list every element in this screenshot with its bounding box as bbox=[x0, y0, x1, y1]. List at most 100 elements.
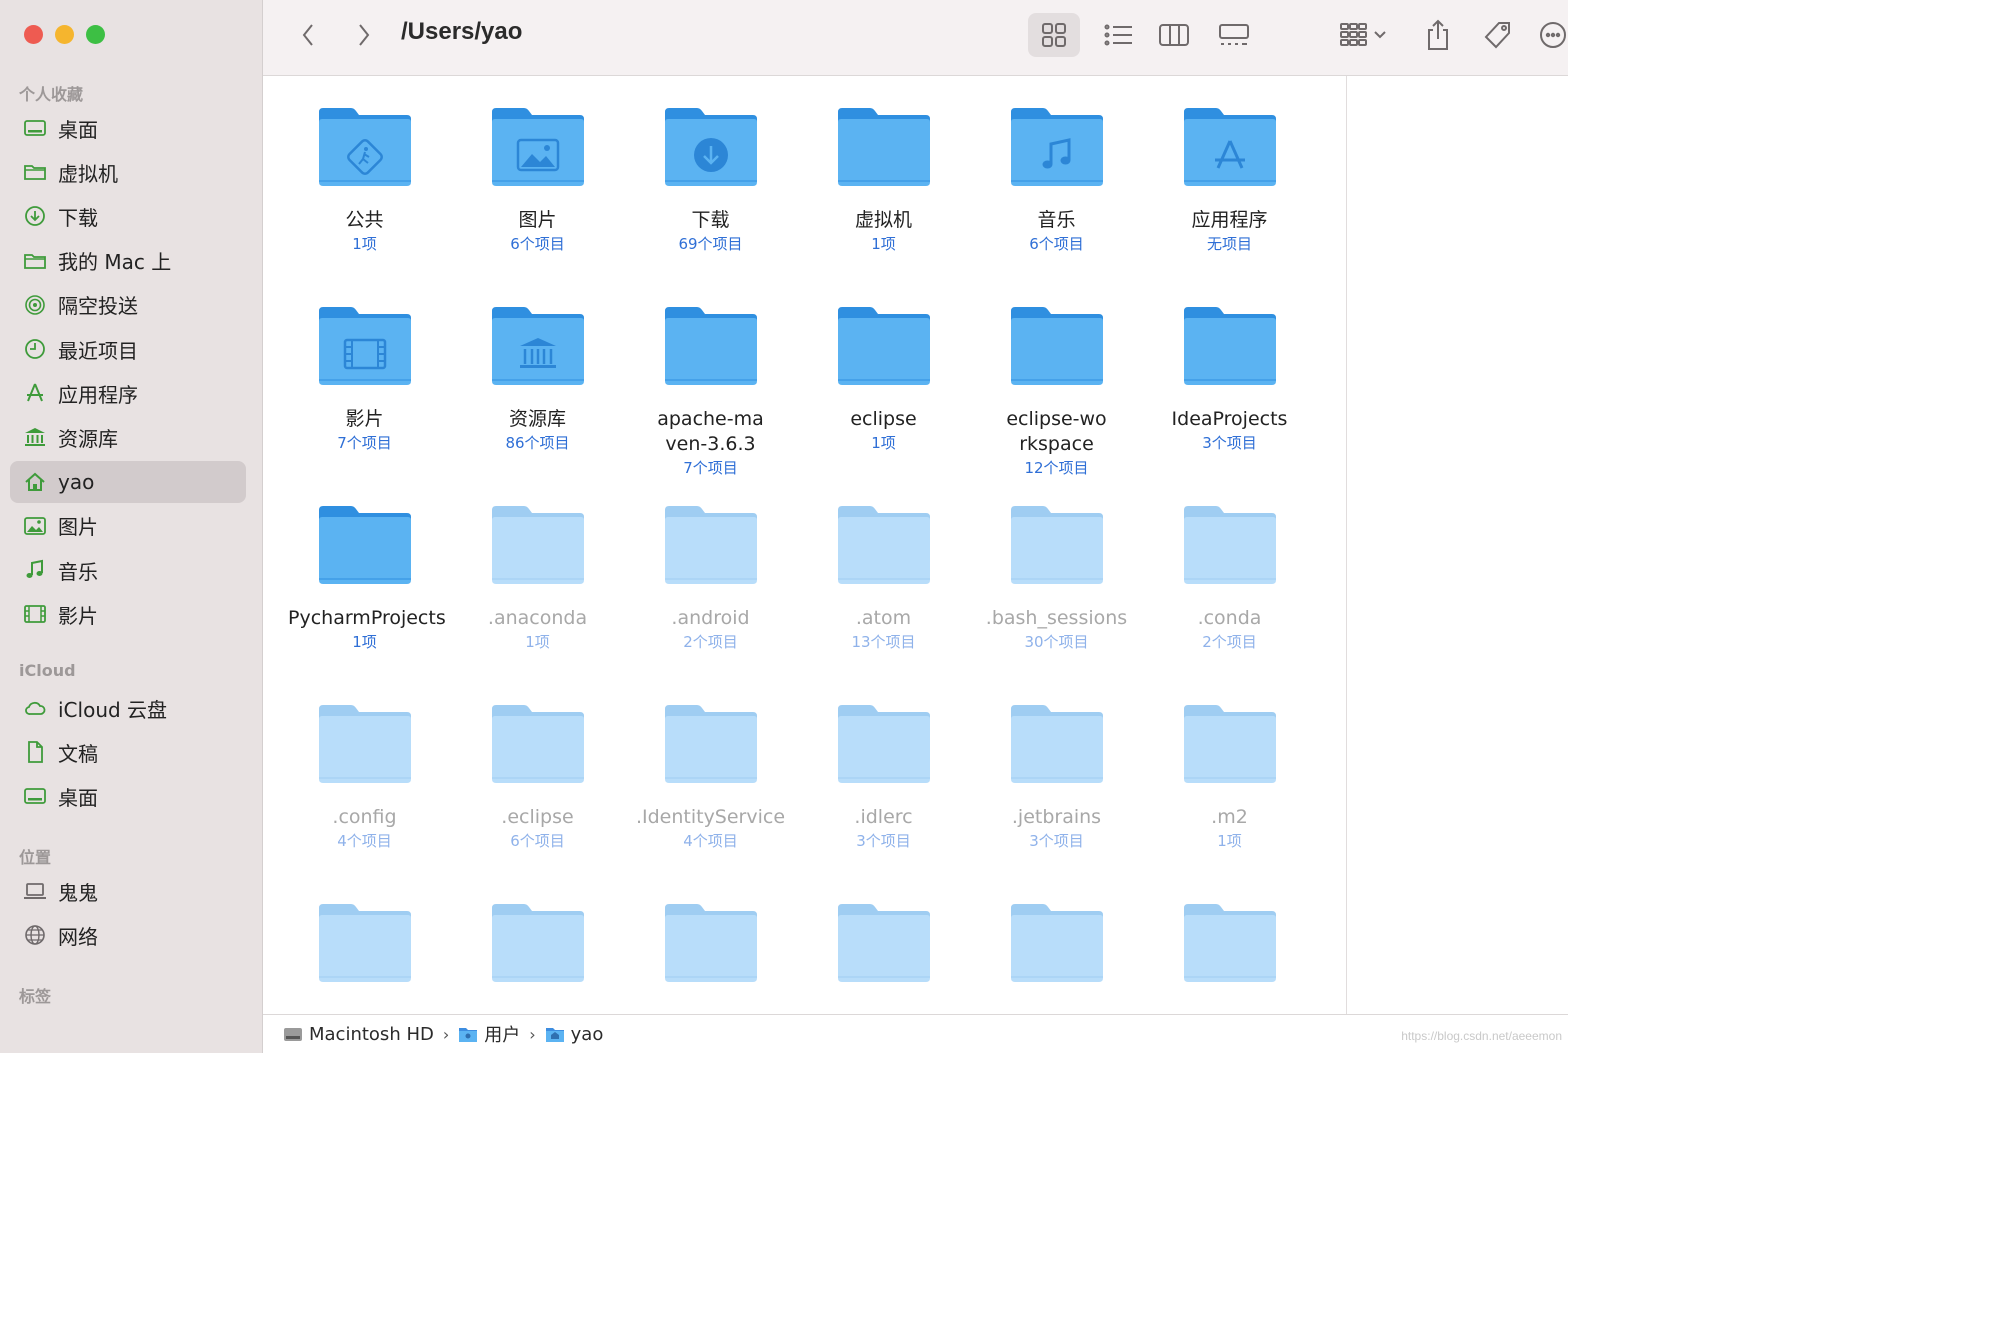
sidebar-item-label: 下载 bbox=[58, 205, 98, 230]
file-name: .android bbox=[671, 607, 750, 629]
path-segment-macintosh-hd[interactable]: Macintosh HD bbox=[283, 1024, 434, 1045]
sidebar-item-favorites-7[interactable]: 资源库 bbox=[10, 416, 246, 458]
path-separator: › bbox=[442, 1024, 450, 1044]
folder-icon bbox=[1009, 504, 1105, 586]
path-segment-users[interactable]: 用户 bbox=[458, 1021, 520, 1047]
forward-button[interactable] bbox=[349, 20, 379, 50]
column-view-button[interactable] bbox=[1148, 13, 1200, 57]
file-name: .bash_sessions bbox=[985, 607, 1128, 629]
folder-icon bbox=[317, 703, 413, 785]
file-item[interactable]: 下载 69个项目 bbox=[624, 106, 797, 255]
file-item[interactable] bbox=[624, 902, 797, 1004]
file-grid: 公共 1项 图片 6个项目 下载 69个项目 虚拟机 1项 音乐 6个项目 应用程序 无项目… bbox=[263, 76, 1346, 1014]
sidebar-item-favorites-2[interactable]: 下载 bbox=[10, 195, 246, 237]
file-item[interactable]: .config 4个项目 bbox=[278, 703, 451, 852]
pictures-icon bbox=[22, 513, 48, 539]
folder-icon bbox=[490, 902, 586, 984]
document-icon bbox=[22, 739, 48, 765]
file-item[interactable]: 公共 1项 bbox=[278, 106, 451, 255]
public-folder-icon bbox=[317, 106, 413, 188]
back-button[interactable] bbox=[293, 20, 323, 50]
icon-view-button[interactable] bbox=[1028, 13, 1080, 57]
list-view-icon bbox=[1104, 24, 1132, 46]
sidebar-item-favorites-11[interactable]: 影片 bbox=[10, 593, 246, 635]
item-count: 7个项目 bbox=[683, 459, 738, 477]
sidebar-item-icloud-2[interactable]: 桌面 bbox=[10, 775, 246, 817]
sidebar-item-favorites-5[interactable]: 最近项目 bbox=[10, 328, 246, 370]
sidebar-item-label: 桌面 bbox=[58, 785, 98, 810]
file-item[interactable]: IdeaProjects 3个项目 bbox=[1143, 305, 1316, 454]
file-name: apache-maven-3.6.3 bbox=[657, 408, 764, 455]
folder-icon bbox=[22, 159, 48, 185]
more-actions-button[interactable] bbox=[1538, 13, 1568, 57]
item-count: 2个项目 bbox=[1202, 633, 1257, 651]
file-item[interactable]: PycharmProjects 1项 bbox=[278, 504, 451, 653]
item-count: 2个项目 bbox=[683, 633, 738, 651]
sidebar-item-favorites-4[interactable]: 隔空投送 bbox=[10, 284, 246, 326]
toolbar: /Users/yao bbox=[263, 0, 1568, 76]
watermark: https://blog.csdn.net/aeeemon bbox=[1401, 1029, 1562, 1043]
file-name: 音乐 bbox=[1037, 209, 1076, 231]
sidebar-item-favorites-0[interactable]: 桌面 bbox=[10, 107, 246, 149]
file-item[interactable] bbox=[970, 902, 1143, 1004]
file-item[interactable]: 虚拟机 1项 bbox=[797, 106, 970, 255]
file-name: 图片 bbox=[518, 209, 557, 231]
file-name: IdeaProjects bbox=[1171, 408, 1288, 430]
file-item[interactable]: eclipse 1项 bbox=[797, 305, 970, 454]
gallery-view-button[interactable] bbox=[1208, 13, 1260, 57]
file-name: .anaconda bbox=[487, 607, 588, 629]
sidebar-item-label: 网络 bbox=[58, 924, 98, 949]
item-count: 3个项目 bbox=[1029, 832, 1084, 850]
sidebar-item-label: 音乐 bbox=[58, 559, 98, 584]
file-item[interactable] bbox=[797, 902, 970, 1004]
item-count: 3个项目 bbox=[1202, 434, 1257, 452]
file-item[interactable]: 影片 7个项目 bbox=[278, 305, 451, 454]
file-item[interactable]: .android 2个项目 bbox=[624, 504, 797, 653]
sidebar-item-favorites-10[interactable]: 音乐 bbox=[10, 549, 246, 591]
sidebar-item-favorites-9[interactable]: 图片 bbox=[10, 505, 246, 547]
path-segment-label: yao bbox=[570, 1023, 604, 1045]
file-item[interactable]: .IdentityService 4个项目 bbox=[624, 703, 797, 852]
sidebar-item-label: 资源库 bbox=[58, 426, 118, 451]
file-item[interactable]: 音乐 6个项目 bbox=[970, 106, 1143, 255]
item-count: 1项 bbox=[525, 633, 550, 651]
close-button[interactable] bbox=[24, 25, 43, 44]
group-by-button[interactable] bbox=[1331, 13, 1395, 57]
file-item[interactable]: .eclipse 6个项目 bbox=[451, 703, 624, 852]
file-item[interactable] bbox=[278, 902, 451, 1004]
file-item[interactable]: apache-maven-3.6.3 7个项目 bbox=[624, 305, 797, 479]
sidebar-item-icloud-0[interactable]: iCloud 云盘 bbox=[10, 687, 246, 729]
file-name: 应用程序 bbox=[1191, 209, 1268, 231]
file-name: .atom bbox=[855, 607, 912, 629]
file-item[interactable]: 资源库 86个项目 bbox=[451, 305, 624, 454]
file-item[interactable]: .conda 2个项目 bbox=[1143, 504, 1316, 653]
file-item[interactable] bbox=[451, 902, 624, 1004]
file-item[interactable]: .atom 13个项目 bbox=[797, 504, 970, 653]
gallery-view-icon bbox=[1219, 24, 1249, 45]
sidebar-item-locations-1[interactable]: 网络 bbox=[10, 914, 246, 956]
file-item[interactable]: .bash_sessions 30个项目 bbox=[970, 504, 1143, 653]
file-item[interactable]: .idlerc 3个项目 bbox=[797, 703, 970, 852]
sidebar-item-favorites-3[interactable]: 我的 Mac 上 bbox=[10, 240, 246, 282]
sidebar-item-locations-0[interactable]: 鬼鬼 bbox=[10, 870, 246, 912]
file-item[interactable]: 图片 6个项目 bbox=[451, 106, 624, 255]
sidebar-item-favorites-8[interactable]: yao bbox=[10, 460, 246, 503]
sidebar-item-favorites-6[interactable]: 应用程序 bbox=[10, 372, 246, 414]
folder-icon bbox=[836, 703, 932, 785]
file-item[interactable] bbox=[1143, 902, 1316, 1004]
sidebar-item-icloud-1[interactable]: 文稿 bbox=[10, 731, 246, 773]
minimize-button[interactable] bbox=[55, 25, 74, 44]
list-view-button[interactable] bbox=[1093, 13, 1145, 57]
share-button[interactable] bbox=[1418, 13, 1458, 57]
file-item[interactable]: eclipse-workspace 12个项目 bbox=[970, 305, 1143, 479]
tags-button[interactable] bbox=[1478, 13, 1518, 57]
zoom-button[interactable] bbox=[86, 25, 105, 44]
path-segment-yao[interactable]: yao bbox=[545, 1023, 604, 1045]
file-item[interactable]: 应用程序 无项目 bbox=[1143, 106, 1316, 255]
file-item[interactable]: .anaconda 1项 bbox=[451, 504, 624, 653]
file-item[interactable]: .jetbrains 3个项目 bbox=[970, 703, 1143, 852]
file-item[interactable]: .m2 1项 bbox=[1143, 703, 1316, 852]
folder-icon bbox=[836, 305, 932, 387]
file-name: 虚拟机 bbox=[854, 209, 912, 231]
sidebar-item-favorites-1[interactable]: 虚拟机 bbox=[10, 151, 246, 193]
